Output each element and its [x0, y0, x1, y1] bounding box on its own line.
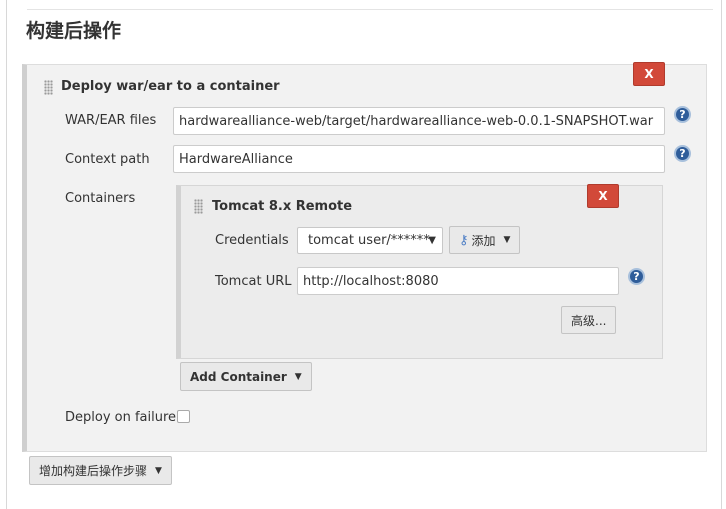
key-icon: ⚷: [459, 232, 469, 248]
step-title: Deploy war/ear to a container: [61, 79, 280, 94]
drag-handle-icon[interactable]: [44, 80, 53, 95]
war-files-label: WAR/EAR files: [65, 113, 157, 128]
credentials-label: Credentials: [215, 233, 289, 248]
help-icon[interactable]: ?: [628, 268, 645, 285]
chevron-down-icon: ▼: [155, 465, 162, 476]
credentials-select[interactable]: tomcat user/****** ▼: [297, 227, 443, 254]
add-post-build-step-button[interactable]: 增加构建后操作步骤 ▼: [29, 456, 172, 485]
delete-container-button[interactable]: X: [587, 184, 619, 208]
chevron-down-icon: ▼: [503, 235, 511, 245]
tomcat-url-input[interactable]: http://localhost:8080: [297, 267, 619, 295]
tomcat-url-label: Tomcat URL: [215, 274, 292, 289]
chevron-down-icon: ▼: [294, 371, 302, 382]
war-files-input[interactable]: hardwarealliance-web/target/hardwarealli…: [173, 107, 665, 135]
help-icon[interactable]: ?: [674, 106, 691, 123]
section-title: 构建后操作: [26, 20, 122, 42]
drag-handle-icon[interactable]: [194, 199, 203, 214]
deploy-on-failure-checkbox[interactable]: [177, 410, 190, 423]
help-icon[interactable]: ?: [674, 145, 691, 162]
context-path-input[interactable]: HardwareAlliance: [173, 145, 665, 173]
container-title: Tomcat 8.x Remote: [212, 199, 353, 214]
add-credentials-label: 添加: [471, 233, 496, 248]
containers-label: Containers: [65, 191, 136, 206]
divider: [27, 9, 713, 10]
add-credentials-button[interactable]: ⚷ 添加 ▼: [449, 226, 521, 254]
add-container-button[interactable]: Add Container ▼: [180, 362, 312, 391]
add-post-build-step-label: 增加构建后操作步骤: [39, 464, 148, 478]
context-path-label: Context path: [65, 152, 150, 167]
deploy-on-failure-label: Deploy on failure: [65, 410, 177, 425]
advanced-button[interactable]: 高级...: [561, 306, 617, 334]
credentials-selected: tomcat user/******: [308, 233, 430, 248]
dropdown-arrow-icon: ▼: [428, 235, 436, 246]
delete-step-button[interactable]: X: [633, 62, 665, 86]
add-container-label: Add Container: [190, 369, 287, 384]
